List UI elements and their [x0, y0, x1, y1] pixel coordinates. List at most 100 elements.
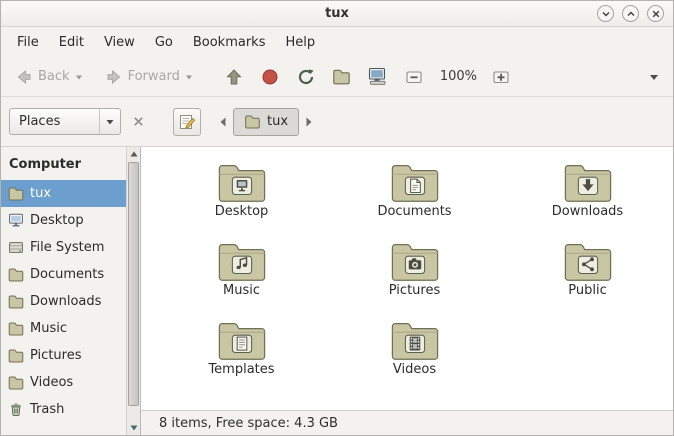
- path-scroll-right-button[interactable]: [302, 110, 316, 134]
- sidebar-scrollbar[interactable]: [126, 147, 140, 435]
- toolbar: Back Forward 100%: [1, 57, 673, 97]
- menu-go[interactable]: Go: [145, 30, 183, 55]
- sidebar-item-pictures[interactable]: Pictures: [1, 342, 126, 369]
- filesystem-drive-icon: [8, 240, 24, 255]
- zoom-out-button[interactable]: [397, 63, 431, 91]
- folder-downloads[interactable]: Downloads: [501, 157, 674, 236]
- triangle-up-icon: [130, 151, 138, 157]
- sidebar-item-music[interactable]: Music: [1, 315, 126, 342]
- refresh-icon: [296, 67, 316, 87]
- menu-file[interactable]: File: [7, 30, 49, 55]
- forward-history-chevron-icon: [184, 72, 194, 82]
- menu-bookmarks[interactable]: Bookmarks: [183, 30, 276, 55]
- edit-location-icon: [178, 113, 196, 131]
- home-button[interactable]: [325, 64, 359, 89]
- breadcrumb-tux[interactable]: tux: [233, 108, 299, 136]
- sidebar-item-desktop[interactable]: Desktop: [1, 207, 126, 234]
- sidebar-item-videos[interactable]: Videos: [1, 369, 126, 396]
- chevron-up-icon: [626, 9, 636, 19]
- back-button[interactable]: Back: [9, 63, 89, 91]
- folder-label: Music: [223, 283, 260, 298]
- desktop-folder-icon: [217, 161, 267, 202]
- stop-button[interactable]: [253, 63, 287, 91]
- scrollbar-track[interactable]: [127, 161, 140, 421]
- scroll-up-button[interactable]: [127, 147, 140, 161]
- sidebar-item-downloads[interactable]: Downloads: [1, 288, 126, 315]
- places-combo-arrow: [99, 109, 120, 134]
- sidebar-item-label: Documents: [30, 267, 104, 282]
- sidebar-item-label: Music: [30, 321, 67, 336]
- folder-videos[interactable]: Videos: [328, 315, 501, 394]
- places-selector[interactable]: Places: [9, 108, 121, 135]
- sidebar-item-trash[interactable]: Trash: [1, 396, 126, 423]
- folder-desktop[interactable]: Desktop: [155, 157, 328, 236]
- menu-view[interactable]: View: [94, 30, 145, 55]
- zoom-out-icon: [404, 67, 424, 87]
- folder-label: Videos: [393, 362, 436, 377]
- zoom-level: 100%: [440, 69, 477, 84]
- stop-icon: [260, 67, 280, 87]
- folder-public[interactable]: Public: [501, 236, 674, 315]
- path-bar: tux: [216, 108, 316, 136]
- places-label: Places: [19, 114, 60, 129]
- sidebar-item-label: Videos: [30, 375, 73, 390]
- overflow-chevron-icon: [648, 72, 660, 82]
- folder-icon: [8, 267, 24, 282]
- close-button[interactable]: [647, 5, 664, 22]
- downloads-folder-icon: [563, 161, 613, 202]
- chevron-down-icon: [105, 117, 115, 127]
- back-label: Back: [38, 69, 70, 84]
- window-title: tux: [325, 6, 349, 21]
- minimize-button[interactable]: [597, 5, 614, 22]
- window-body: Computer tux Desktop File System Documen…: [1, 146, 673, 435]
- sidebar-item-label: tux: [30, 186, 51, 201]
- close-sidebar-button[interactable]: [127, 111, 149, 133]
- computer-button[interactable]: [361, 63, 395, 90]
- folder-label: Pictures: [389, 283, 440, 298]
- toolbar-overflow-button[interactable]: [643, 68, 665, 86]
- folder-label: Templates: [208, 362, 274, 377]
- main-pane: Desktop Documents: [141, 147, 673, 435]
- folder-icon: [8, 321, 24, 336]
- forward-button[interactable]: Forward: [99, 63, 199, 91]
- up-button[interactable]: [217, 63, 251, 91]
- folder-label: Public: [568, 283, 606, 298]
- maximize-button[interactable]: [622, 5, 639, 22]
- titlebar: tux: [1, 1, 673, 27]
- scroll-down-button[interactable]: [127, 421, 140, 435]
- sidebar-item-label: Desktop: [30, 213, 84, 228]
- home-icon: [332, 68, 351, 85]
- templates-folder-icon: [217, 319, 267, 360]
- back-history-chevron-icon: [74, 72, 84, 82]
- triangle-down-icon: [130, 425, 138, 431]
- up-icon: [224, 67, 244, 87]
- scrollbar-thumb[interactable]: [128, 162, 139, 406]
- trash-icon: [8, 402, 24, 417]
- reload-button[interactable]: [289, 63, 323, 91]
- sidebar-item-documents[interactable]: Documents: [1, 261, 126, 288]
- menu-edit[interactable]: Edit: [49, 30, 94, 55]
- sidebar-item-tux[interactable]: tux: [1, 180, 126, 207]
- folder-pictures[interactable]: Pictures: [328, 236, 501, 315]
- folder-music[interactable]: Music: [155, 236, 328, 315]
- zoom-in-button[interactable]: [484, 63, 518, 91]
- folder-templates[interactable]: Templates: [155, 315, 328, 394]
- menu-help[interactable]: Help: [275, 30, 325, 55]
- sidebar-item-label: Downloads: [30, 294, 101, 309]
- sidebar-item-label: Pictures: [30, 348, 81, 363]
- folder-label: Downloads: [552, 204, 623, 219]
- videos-folder-icon: [390, 319, 440, 360]
- edit-location-toggle[interactable]: [173, 108, 201, 136]
- folder-icon: [8, 375, 24, 390]
- desktop-icon: [8, 213, 24, 228]
- zoom-in-icon: [491, 67, 511, 87]
- status-text: 8 items, Free space: 4.3 GB: [159, 416, 338, 431]
- path-scroll-left-button[interactable]: [216, 110, 230, 134]
- folder-view[interactable]: Desktop Documents: [141, 147, 673, 410]
- public-folder-icon: [563, 240, 613, 281]
- sidebar-item-file-system[interactable]: File System: [1, 234, 126, 261]
- menubar: File Edit View Go Bookmarks Help: [1, 27, 673, 57]
- close-icon: [651, 9, 661, 19]
- breadcrumb-label: tux: [267, 114, 288, 129]
- folder-documents[interactable]: Documents: [328, 157, 501, 236]
